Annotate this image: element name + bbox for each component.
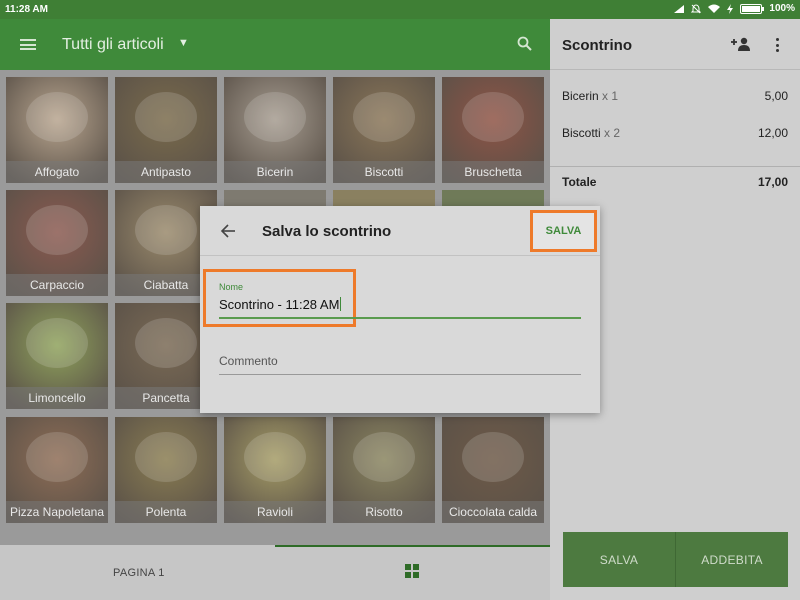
- receipt-line-price: 12,00: [757, 126, 788, 140]
- item-photo: [135, 432, 197, 482]
- item-photo: [462, 432, 524, 482]
- item-tile[interactable]: Pizza Napoletana: [6, 417, 108, 523]
- item-tile[interactable]: Carpaccio: [6, 190, 108, 296]
- arrow-back-icon[interactable]: [220, 223, 236, 239]
- battery-fill: [742, 5, 761, 12]
- receipt-line-price: 5,00: [764, 89, 788, 103]
- item-label: Antipasto: [115, 161, 217, 183]
- receipt-line[interactable]: Biscotti x 2 12,00: [562, 126, 788, 140]
- total-label: Totale: [562, 175, 597, 189]
- item-label: Risotto: [333, 501, 435, 523]
- chevron-down-icon[interactable]: ▼: [178, 37, 189, 49]
- item-photo: [353, 432, 415, 482]
- add-person-icon[interactable]: [731, 37, 751, 51]
- receipt-line[interactable]: Bicerin x 1 5,00: [562, 89, 788, 103]
- wifi-icon: [708, 4, 721, 13]
- item-photo: [244, 432, 306, 482]
- active-tab-indicator: [275, 545, 550, 547]
- item-photo: [353, 92, 415, 142]
- item-tile[interactable]: Limoncello: [6, 303, 108, 409]
- hamburger-menu-icon[interactable]: [20, 39, 36, 50]
- item-tile[interactable]: Cioccolata calda: [442, 417, 544, 523]
- dialog-title: Salva lo scontrino: [262, 223, 392, 240]
- signal-icon: [674, 4, 685, 13]
- item-label: Affogato: [6, 161, 108, 183]
- name-field[interactable]: Scontrino - 11:28 AM: [219, 297, 342, 312]
- item-label: Carpaccio: [6, 274, 108, 296]
- comment-field-underline: [219, 374, 581, 375]
- item-tile[interactable]: Antipasto: [115, 77, 217, 183]
- item-tile[interactable]: Affogato: [6, 77, 108, 183]
- status-icons: 100%: [674, 3, 795, 14]
- receipt-line-name: Bicerin: [562, 89, 599, 103]
- dialog-save-button[interactable]: SALVA: [530, 210, 597, 252]
- receipt-header: Scontrino: [550, 19, 800, 70]
- total-value: 17,00: [757, 175, 788, 189]
- item-photo: [26, 318, 88, 368]
- item-label: Cioccolata calda: [442, 501, 544, 523]
- notifications-off-icon: [691, 3, 702, 13]
- search-icon[interactable]: [517, 36, 532, 51]
- receipt-total: Totale 17,00: [562, 175, 788, 189]
- item-photo: [26, 432, 88, 482]
- item-label: Limoncello: [6, 387, 108, 409]
- category-selector[interactable]: Tutti gli articoli: [62, 36, 164, 54]
- item-photo: [135, 205, 197, 255]
- name-field-label: Nome: [219, 282, 244, 292]
- more-vert-icon[interactable]: [776, 38, 780, 52]
- item-tile[interactable]: Biscotti: [333, 77, 435, 183]
- save-receipt-dialog: Salva lo scontrino SALVA Nome Scontrino …: [200, 206, 600, 413]
- status-time: 11:28 AM: [5, 4, 48, 15]
- name-field-value: Scontrino - 11:28 AM: [219, 297, 340, 312]
- receipt-divider: [550, 166, 800, 167]
- item-photo: [462, 92, 524, 142]
- receipt-line-qty: x 2: [604, 126, 621, 140]
- battery-percent: 100%: [769, 3, 795, 14]
- charge-button[interactable]: ADDEBITA: [676, 532, 788, 587]
- item-label: Polenta: [115, 501, 217, 523]
- receipt-line-name: Biscotti: [562, 126, 601, 140]
- text-cursor: [340, 297, 342, 311]
- comment-field[interactable]: Commento: [219, 354, 278, 368]
- save-receipt-button[interactable]: SALVA: [563, 532, 675, 587]
- grid-view-icon[interactable]: [405, 564, 419, 578]
- app-bar: Tutti gli articoli ▼: [0, 19, 550, 70]
- item-photo: [135, 318, 197, 368]
- receipt-title: Scontrino: [562, 37, 632, 54]
- page-tab[interactable]: PAGINA 1: [113, 567, 165, 579]
- dialog-header: Salva lo scontrino SALVA: [200, 206, 600, 256]
- item-tile[interactable]: Bicerin: [224, 77, 326, 183]
- status-bar: 11:28 AM 100%: [0, 0, 800, 19]
- receipt-line-qty: x 1: [602, 89, 619, 103]
- item-photo: [26, 92, 88, 142]
- item-tile[interactable]: Ravioli: [224, 417, 326, 523]
- item-photo: [135, 92, 197, 142]
- item-tile[interactable]: Risotto: [333, 417, 435, 523]
- name-field-underline: [219, 317, 581, 319]
- item-label: Bruschetta: [442, 161, 544, 183]
- item-tile[interactable]: Polenta: [115, 417, 217, 523]
- item-label: Pizza Napoletana: [6, 501, 108, 523]
- receipt-actions: SALVA ADDEBITA: [563, 532, 788, 587]
- battery-icon: [740, 3, 765, 14]
- charging-icon: [727, 3, 734, 14]
- item-label: Ravioli: [224, 501, 326, 523]
- item-label: Biscotti: [333, 161, 435, 183]
- item-tile[interactable]: Bruschetta: [442, 77, 544, 183]
- item-photo: [244, 92, 306, 142]
- bottom-nav: PAGINA 1: [0, 545, 550, 600]
- item-photo: [26, 205, 88, 255]
- item-label: Bicerin: [224, 161, 326, 183]
